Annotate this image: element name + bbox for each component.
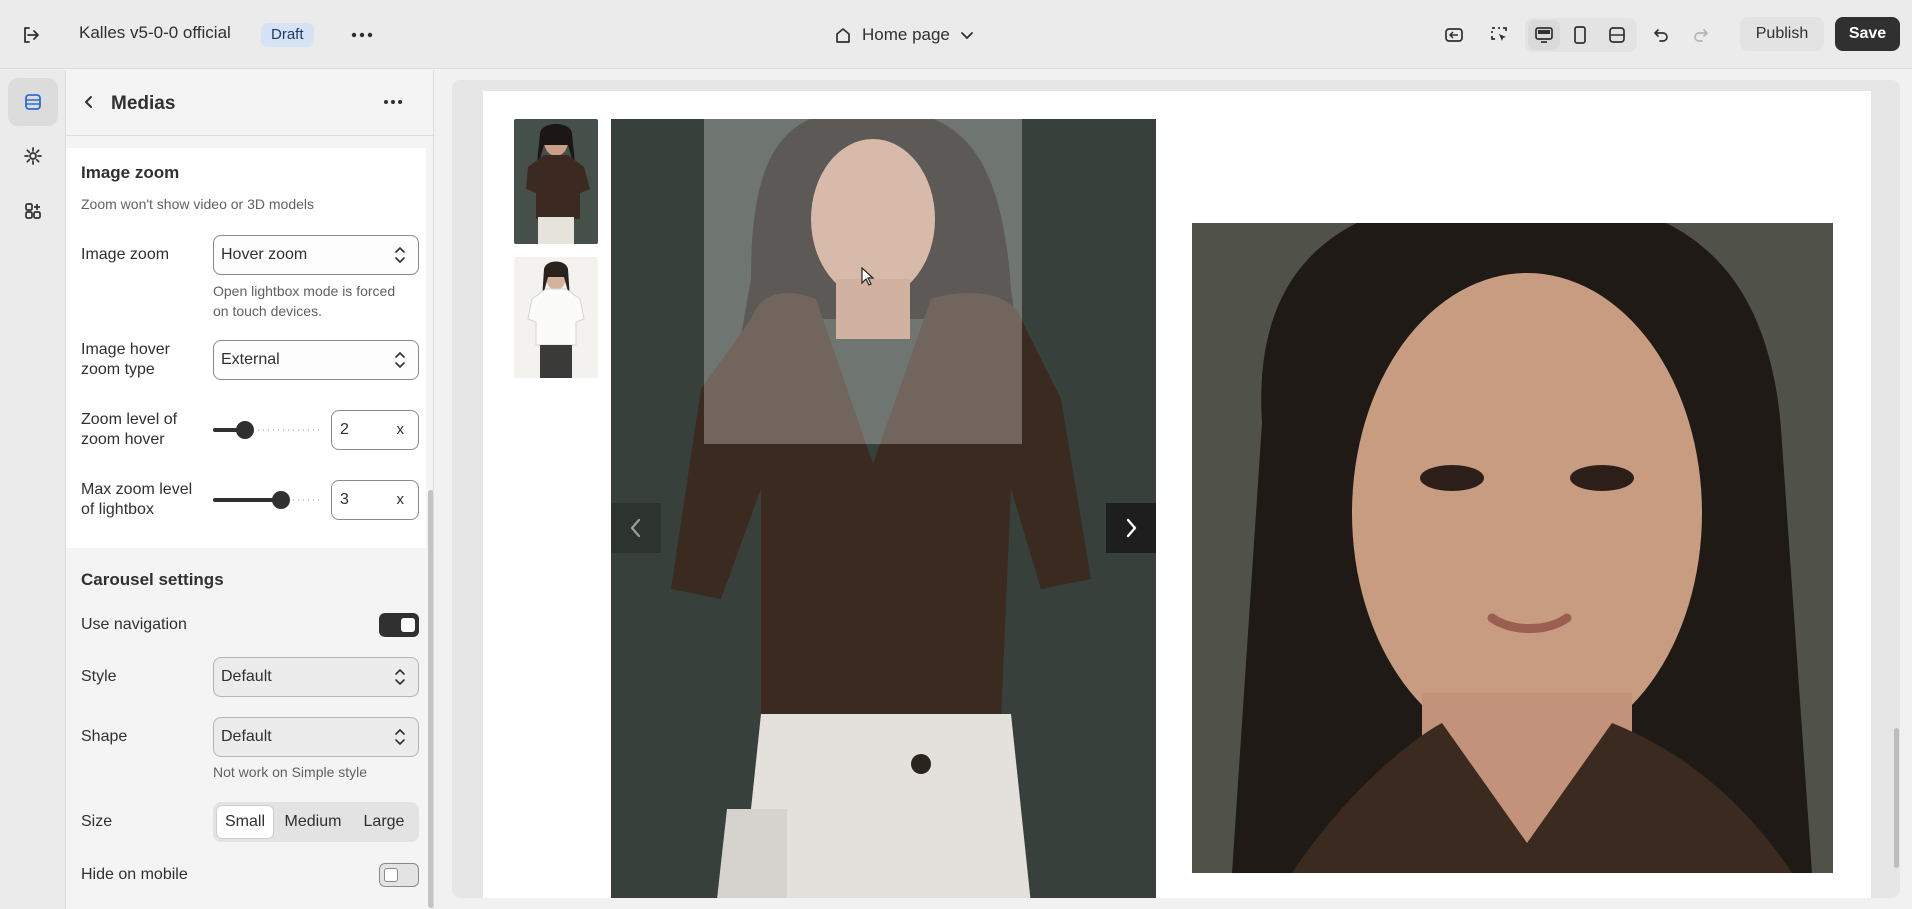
preview-canvas [483,91,1871,898]
size-label: Size [81,813,113,830]
select-arrows-icon [395,668,405,686]
shape-select-value: Default [221,728,272,745]
image-zoom-help-1: Open lightbox mode is forced [213,283,396,299]
hover-type-label-1: Image hover [81,341,170,358]
carousel-section-title: Carousel settings [81,570,224,589]
chevron-down-icon [960,32,973,40]
thumbnail-2[interactable] [514,257,598,378]
publish-button[interactable]: Publish [1740,17,1824,51]
style-select-value: Default [221,668,272,685]
size-option-large[interactable]: Large [352,805,416,839]
carousel-next-button[interactable] [1106,503,1156,553]
slider-handle[interactable] [236,421,254,439]
left-rail [0,70,66,909]
apps-icon[interactable] [8,187,58,235]
max-zoom-label-2: of lightbox [81,501,154,518]
thumbnail-1[interactable] [514,119,598,244]
hover-type-label-2: zoom type [81,361,155,378]
chevron-left-icon [630,518,641,538]
shape-label: Shape [81,728,128,745]
use-navigation-toggle[interactable] [379,613,419,637]
redo-icon[interactable] [1685,20,1717,50]
max-zoom-label-1: Max zoom level [81,481,193,498]
preview-frame [452,80,1900,898]
max-zoom-unit: x [396,491,405,508]
image-zoom-section-title: Image zoom [81,163,180,182]
select-arrows-icon [395,246,405,264]
style-label: Style [81,668,117,685]
panel-title: Medias [111,93,176,114]
image-zoom-hint: Zoom won't show video or 3D models [81,196,314,212]
carousel-prev-button[interactable] [611,503,661,553]
more-options-icon[interactable] [378,89,408,115]
slider-handle[interactable] [272,491,290,509]
product-main-image[interactable] [611,119,1156,898]
use-navigation-label: Use navigation [81,616,187,633]
preview-scrollbar[interactable] [1894,728,1899,868]
undo-icon[interactable] [1645,20,1677,50]
back-arrow-icon[interactable] [76,89,102,115]
settings-panel: Medias Image zoom Zoom won't show video … [66,70,434,909]
select-arrows-icon [395,351,405,369]
inspector-icon[interactable] [1438,20,1470,50]
image-zoom-select-value: Hover zoom [221,246,308,263]
more-actions-icon[interactable] [348,22,376,48]
status-badge: Draft [261,23,314,47]
style-select[interactable]: Default [213,657,419,697]
page-selector[interactable]: Home page [834,21,974,49]
shape-help: Not work on Simple style [213,764,368,780]
image-zoom-help-2: on touch devices. [213,303,322,319]
size-option-small[interactable]: Small [216,805,274,839]
zoom-level-value: 2 [340,421,349,438]
desktop-view-icon[interactable] [1528,20,1560,50]
sections-icon[interactable] [8,78,58,126]
home-icon [836,28,850,43]
size-option-medium[interactable]: Medium [276,805,350,839]
fullscreen-view-icon[interactable] [1601,20,1633,50]
settings-gear-icon[interactable] [8,132,58,180]
hover-type-select-value: External [221,351,280,368]
zoom-level-slider[interactable] [213,420,323,440]
mouse-cursor-icon [861,267,875,286]
shape-select[interactable]: Default [213,717,419,757]
hide-mobile-toggle[interactable] [379,863,419,887]
select-element-icon[interactable] [1483,20,1515,50]
max-zoom-value: 3 [340,491,349,508]
max-zoom-input[interactable]: 3 x [331,480,419,520]
chevron-right-icon [1126,518,1137,538]
zoom-level-label-2: zoom hover [81,431,165,448]
image-zoom-card: Image zoom Zoom won't show video or 3D m… [66,148,426,548]
store-name: Kalles v5-0-0 official [79,23,231,42]
zoom-level-unit: x [396,421,405,438]
zoom-level-label-1: Zoom level of [81,411,178,428]
zoomed-image-preview [1192,223,1833,873]
panel-header: Medias [66,70,433,136]
top-bar: Kalles v5-0-0 official Draft Home page P… [0,0,1912,69]
image-zoom-select[interactable]: Hover zoom [213,235,419,275]
hover-type-select[interactable]: External [213,340,419,380]
select-arrows-icon [395,728,405,746]
mobile-view-icon[interactable] [1564,20,1596,50]
image-zoom-label: Image zoom [81,246,170,263]
page-selector-label: Home page [862,25,950,44]
panel-scrollbar[interactable] [428,490,433,908]
zoom-level-input[interactable]: 2 x [331,410,419,450]
size-segmented-control: Small Medium Large [213,802,419,842]
exit-icon[interactable] [18,22,44,48]
save-button[interactable]: Save [1835,17,1900,51]
hide-mobile-label: Hide on mobile [81,866,188,883]
max-zoom-slider[interactable] [213,490,323,510]
